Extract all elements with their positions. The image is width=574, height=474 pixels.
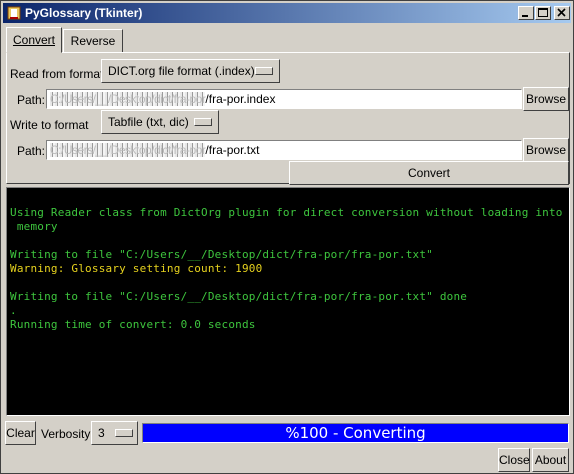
output-path-field[interactable]: C:/Users/__/Desktop/dict/fra-por/fra-por…: [46, 140, 522, 160]
input-path-field[interactable]: C:/Users/__/Desktop/dict/fra-por/fra-por…: [46, 89, 522, 109]
tab-convert-label: Convert: [12, 33, 56, 47]
convert-button[interactable]: Convert: [289, 161, 569, 185]
dropdown-icon: [194, 118, 212, 126]
verbosity-value: 3: [98, 426, 105, 440]
status-bar: Clear Verbosity 3 %100 - Converting: [1, 420, 574, 448]
close-button[interactable]: Close: [498, 448, 530, 472]
read-format-select[interactable]: DICT.org file format (.index): [101, 59, 280, 83]
log-line: .: [10, 304, 17, 317]
output-path-redacted: C:/Users/__/Desktop/dict/fra-por: [50, 143, 206, 157]
tab-convert[interactable]: Convert: [6, 27, 62, 53]
output-path-label: Path:: [17, 144, 46, 158]
clear-button[interactable]: Clear: [5, 421, 36, 445]
log-line: Writing to file "C:/Users/__/Desktop/dic…: [10, 248, 433, 261]
maximize-icon: [538, 8, 548, 17]
app-window: PyGlossary (Tkinter) Convert Reverse Rea…: [0, 0, 574, 474]
verbosity-select[interactable]: 3: [91, 421, 138, 445]
tab-reverse-label: Reverse: [70, 34, 116, 48]
log-line: memory: [10, 220, 58, 233]
input-path-visible: /fra-por.index: [205, 92, 276, 106]
convert-panel: Read from format DICT.org file format (.…: [6, 52, 570, 185]
write-format-value: Tabfile (txt, dic): [108, 115, 189, 129]
write-format-select[interactable]: Tabfile (txt, dic): [101, 110, 219, 134]
read-format-label: Read from format: [10, 67, 104, 81]
log-line: Warning: Glossary setting count: 1900: [10, 262, 263, 275]
write-format-label: Write to format: [10, 118, 89, 132]
about-button[interactable]: About: [532, 448, 569, 472]
progress-bar: %100 - Converting: [142, 423, 569, 443]
maximize-button[interactable]: [535, 6, 551, 20]
browse-output-button[interactable]: Browse: [523, 138, 569, 162]
dropdown-icon: [115, 429, 133, 437]
dropdown-icon: [255, 67, 273, 75]
input-path-label: Path:: [17, 93, 46, 107]
minimize-button[interactable]: [518, 6, 534, 20]
log-spacer: [10, 234, 566, 248]
close-icon: [557, 8, 566, 17]
log-console[interactable]: Using Reader class from DictOrg plugin f…: [6, 187, 570, 416]
output-path-visible: /fra-por.txt: [205, 143, 260, 157]
input-path-redacted: C:/Users/__/Desktop/dict/fra-por: [50, 92, 206, 106]
window-title: PyGlossary (Tkinter): [25, 6, 143, 20]
minimize-icon: [522, 15, 528, 17]
log-line: Writing to file "C:/Users/__/Desktop/dic…: [10, 290, 468, 303]
log-line: Using Reader class from DictOrg plugin f…: [10, 206, 563, 219]
close-window-button[interactable]: [554, 6, 570, 20]
title-bar[interactable]: PyGlossary (Tkinter): [3, 3, 571, 23]
read-format-value: DICT.org file format (.index): [108, 64, 255, 78]
browse-input-button[interactable]: Browse: [523, 87, 569, 111]
log-line: Running time of convert: 0.0 seconds: [10, 318, 256, 331]
app-icon[interactable]: [6, 5, 22, 21]
progress-text: %100 - Converting: [285, 424, 426, 442]
tab-reverse[interactable]: Reverse: [63, 29, 123, 53]
log-spacer: [10, 276, 566, 290]
verbosity-label: Verbosity: [41, 427, 91, 441]
